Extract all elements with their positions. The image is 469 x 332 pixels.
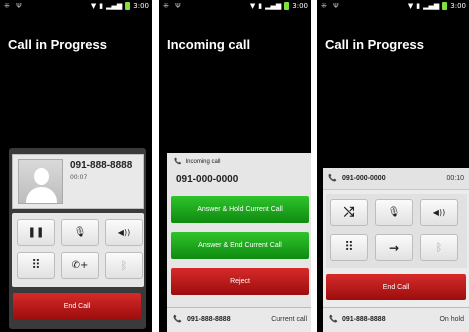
signal-icon: ▂▄▆ <box>265 2 282 10</box>
reject-button[interactable]: Reject <box>171 268 309 295</box>
call-duration: 00:07 <box>70 174 88 181</box>
dialpad-button[interactable]: ⠿ <box>17 252 55 279</box>
clock: 3:00 <box>450 2 466 10</box>
battery-icon <box>284 2 290 10</box>
speaker-icon: ◀)) <box>117 228 131 237</box>
battery-icon <box>125 2 131 10</box>
add-call-button[interactable]: ✆+ <box>61 252 99 279</box>
active-call-header: 📞 091-000-0000 00:10 <box>323 168 469 190</box>
held-call-number: 091-888-8888 <box>342 316 386 323</box>
phone-icon: 📞 <box>173 316 182 323</box>
sim-icon: ▮ <box>416 2 421 10</box>
signal-icon: ▂▄▆ <box>423 2 440 10</box>
status-bar: ⁜ Ψ ▼ ▮ ▂▄▆ 3:00 <box>159 0 311 13</box>
pause-icon: ❚❚ <box>27 227 45 238</box>
current-call-status: Current call <box>271 316 307 323</box>
mute-microphone-icon: 🎙 <box>73 227 87 238</box>
held-call-bar[interactable]: 📞 091-888-8888 On hold <box>323 307 469 332</box>
dialpad-icon: ⠿ <box>31 258 41 273</box>
phone-screen-call-in-progress: ⁜ Ψ ▼ ▮ ▂▄▆ 3:00 Call in Progress 091-88… <box>0 0 152 332</box>
current-call-number: 091-888-8888 <box>187 316 231 323</box>
phone-screen-incoming-call: ⁜ Ψ ▼ ▮ ▂▄▆ 3:00 Incoming call 📞 Incomin… <box>159 0 311 332</box>
dialpad-button[interactable]: ⠿ <box>330 234 368 261</box>
bluetooth-button[interactable]: ᛒ <box>105 252 143 279</box>
clock: 3:00 <box>292 2 308 10</box>
add-call-icon: ✆+ <box>71 260 89 271</box>
bluetooth-icon: ᛒ <box>435 241 443 254</box>
status-bar: ⁜ Ψ ▼ ▮ ▂▄▆ 3:00 <box>0 0 152 13</box>
phone-icon: 📞 <box>329 316 338 323</box>
incoming-number: 091-000-0000 <box>176 174 239 185</box>
status-bar: ⁜ Ψ ▼ ▮ ▂▄▆ 3:00 <box>317 0 469 13</box>
active-call-number: 091-000-0000 <box>342 175 386 182</box>
held-call-status: On hold <box>439 316 464 323</box>
mute-button[interactable]: 🎙 <box>61 219 99 246</box>
page-title: Call in Progress <box>325 37 424 52</box>
current-call-bar: 📞 091-888-8888 Current call <box>167 307 311 332</box>
speaker-icon: ◀)) <box>432 208 446 217</box>
clock: 3:00 <box>133 2 149 10</box>
end-call-button[interactable]: End Call <box>13 293 141 319</box>
signal-icon: ▂▄▆ <box>106 2 123 10</box>
end-call-button[interactable]: End Call <box>326 274 466 300</box>
sim-icon: ▮ <box>99 2 104 10</box>
phone-icon: 📞 <box>328 175 337 182</box>
page-title: Incoming call <box>167 37 251 52</box>
incoming-label: 📞 Incoming call <box>174 158 221 166</box>
notification-icons: ⁜ Ψ <box>4 2 24 10</box>
hold-button[interactable]: ❚❚ <box>17 219 55 246</box>
answer-hold-button[interactable]: Answer & Hold Current Call <box>171 196 309 223</box>
caller-number: 091-888-8888 <box>70 160 133 171</box>
dialpad-icon: ⠿ <box>344 240 354 255</box>
notification-icons: ⁜ Ψ <box>163 2 183 10</box>
speaker-button[interactable]: ◀)) <box>420 199 458 226</box>
merge-calls-button[interactable]: → <box>375 234 413 261</box>
avatar <box>18 159 63 204</box>
swap-calls-icon: ⤭ <box>343 205 355 220</box>
wifi-icon: ▼ <box>407 2 414 10</box>
speaker-button[interactable]: ◀)) <box>105 219 143 246</box>
answer-end-button[interactable]: Answer & End Current Call <box>171 232 309 259</box>
sim-icon: ▮ <box>258 2 263 10</box>
mute-microphone-icon: 🎙 <box>387 207 401 218</box>
battery-icon <box>442 2 448 10</box>
page-title: Call in Progress <box>8 37 107 52</box>
phone-icon: 📞 <box>174 159 182 165</box>
mute-button[interactable]: 🎙 <box>375 199 413 226</box>
caller-info-card: 091-888-8888 00:07 <box>12 154 144 209</box>
wifi-icon: ▼ <box>90 2 97 10</box>
merge-calls-icon: → <box>388 240 400 255</box>
bluetooth-icon: ᛒ <box>120 259 128 272</box>
bluetooth-button[interactable]: ᛒ <box>420 234 458 261</box>
notification-icons: ⁜ Ψ <box>321 2 341 10</box>
active-call-duration: 00:10 <box>446 175 464 182</box>
phone-screen-call-in-progress-two-calls: ⁜ Ψ ▼ ▮ ▂▄▆ 3:00 Call in Progress 📞 091-… <box>317 0 469 332</box>
wifi-icon: ▼ <box>249 2 256 10</box>
swap-calls-button[interactable]: ⤭ <box>330 199 368 226</box>
